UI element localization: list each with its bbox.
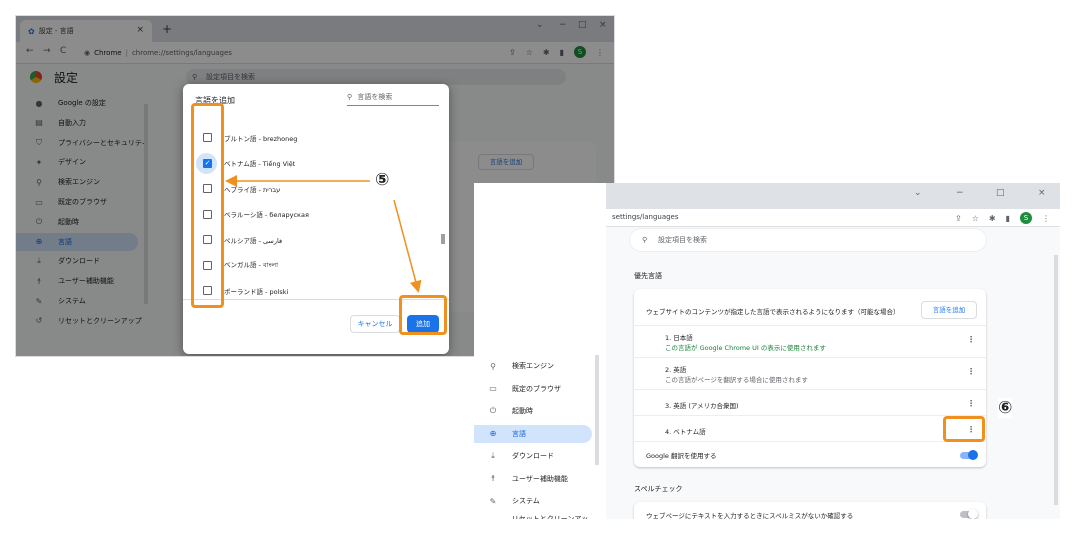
arrow-to-add-button xyxy=(393,199,422,293)
annotation-arrows xyxy=(225,175,422,293)
